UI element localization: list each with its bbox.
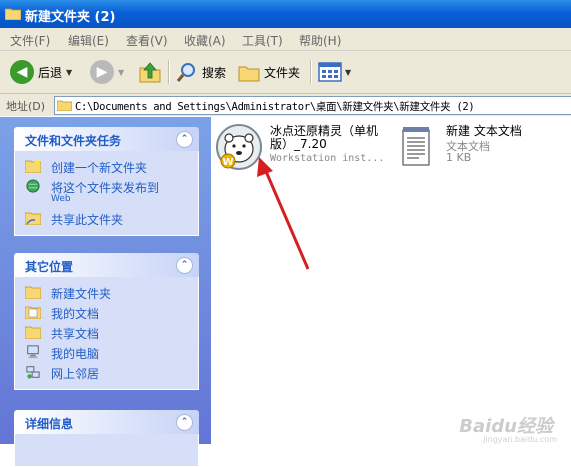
computer-icon <box>27 345 39 359</box>
places-panel: 其它位置 ⌃ 新建文件夹 我的文档 共享文档 我的电脑 网上邻居 <box>14 253 199 390</box>
folders-label: 文件夹 <box>264 65 301 80</box>
folders-icon <box>238 66 260 82</box>
folder-up-icon <box>139 62 161 83</box>
menu-bar: 文件(F) 编辑(E) 查看(V) 收藏(A) 工具(T) 帮助(H) <box>0 28 571 51</box>
views-icon <box>318 62 342 82</box>
collapse-icon[interactable]: ⌃ <box>176 131 193 148</box>
task-sublabel: Web <box>51 194 71 204</box>
views-dropdown-icon[interactable]: ▼ <box>345 68 351 77</box>
details-panel-title: 详细信息 <box>25 417 74 431</box>
task-label: 共享此文件夹 <box>51 213 124 227</box>
tasks-panel-title: 文件和文件夹任务 <box>25 134 122 148</box>
task-share-folder[interactable]: 共享此文件夹 <box>15 209 198 229</box>
window-titlebar: 新建文件夹 (2) <box>0 0 571 28</box>
place-label: 共享文档 <box>51 327 100 341</box>
details-panel: 详细信息 ⌃ <box>14 410 199 467</box>
back-button[interactable]: ◀ 后退 ▼ <box>10 59 72 85</box>
toolbar-separator <box>310 60 312 84</box>
menu-favorites[interactable]: 收藏(A) <box>184 32 226 49</box>
search-icon <box>176 63 195 82</box>
place-shared-documents[interactable]: 共享文档 <box>15 323 198 343</box>
forward-dropdown-icon[interactable]: ▼ <box>118 68 124 77</box>
menu-file[interactable]: 文件(F) <box>10 32 50 49</box>
collapse-icon[interactable]: ⌃ <box>176 414 193 431</box>
window-title: 新建文件夹 (2) <box>25 10 116 25</box>
menu-help[interactable]: 帮助(H) <box>299 32 341 49</box>
menu-tools[interactable]: 工具(T) <box>242 32 283 49</box>
details-panel-body <box>14 434 199 467</box>
watermark-url: jingyan.baidu.com <box>483 435 557 444</box>
back-label: 后退 <box>38 65 63 80</box>
network-icon <box>26 366 40 379</box>
folder-icon <box>25 326 41 339</box>
task-new-folder[interactable]: 创建一个新文件夹 <box>15 157 198 177</box>
task-label: 创建一个新文件夹 <box>51 161 148 175</box>
search-label: 搜索 <box>202 65 227 80</box>
share-folder-icon <box>25 212 41 225</box>
folder-icon <box>5 8 21 20</box>
documents-icon <box>25 306 41 319</box>
places-panel-header[interactable]: 其它位置 ⌃ <box>14 253 199 277</box>
forward-button[interactable]: ▶ ▼ <box>90 59 124 85</box>
place-new-folder[interactable]: 新建文件夹 <box>15 283 198 303</box>
annotation-arrow <box>257 157 310 270</box>
views-button[interactable]: ▼ <box>318 59 351 85</box>
toolbar: ◀ 后退 ▼ ▶ ▼ 搜索 文件夹 ▼ <box>0 51 571 94</box>
place-network[interactable]: 网上邻居 <box>15 363 198 383</box>
address-bar: 地址(D) C:\Documents and Settings\Administ… <box>0 94 571 116</box>
file-list-area[interactable]: W 冰点还原精灵（单机 版）_7.20 Workstation inst... … <box>211 117 571 444</box>
place-label: 网上邻居 <box>51 367 100 381</box>
up-button[interactable] <box>139 59 161 85</box>
tasks-panel: 文件和文件夹任务 ⌃ 创建一个新文件夹 将这个文件夹发布到 Web 共享此文件夹 <box>14 127 199 236</box>
forward-arrow-icon: ▶ <box>90 60 114 84</box>
menu-view[interactable]: 查看(V) <box>126 32 168 49</box>
places-panel-title: 其它位置 <box>25 260 74 274</box>
folders-button[interactable]: 文件夹 <box>238 59 300 85</box>
search-button[interactable]: 搜索 <box>176 59 226 85</box>
collapse-icon[interactable]: ⌃ <box>176 257 193 274</box>
task-pane: 文件和文件夹任务 ⌃ 创建一个新文件夹 将这个文件夹发布到 Web 共享此文件夹… <box>0 117 211 467</box>
folder-icon <box>25 286 41 299</box>
task-publish-web[interactable]: 将这个文件夹发布到 Web <box>15 177 198 209</box>
address-label: 地址(D) <box>6 100 46 113</box>
tasks-panel-body: 创建一个新文件夹 将这个文件夹发布到 Web 共享此文件夹 <box>14 151 199 236</box>
details-panel-header[interactable]: 详细信息 ⌃ <box>14 410 199 434</box>
new-folder-icon <box>25 159 41 173</box>
folder-icon <box>57 100 72 111</box>
back-dropdown-icon[interactable]: ▼ <box>66 68 72 77</box>
toolbar-separator <box>168 60 170 84</box>
place-label: 我的电脑 <box>51 347 100 361</box>
address-value: C:\Documents and Settings\Administrator\… <box>75 101 475 113</box>
place-label: 我的文档 <box>51 307 100 321</box>
menu-edit[interactable]: 编辑(E) <box>68 32 109 49</box>
globe-icon <box>26 179 40 193</box>
address-input[interactable]: C:\Documents and Settings\Administrator\… <box>54 96 571 115</box>
place-my-documents[interactable]: 我的文档 <box>15 303 198 323</box>
tasks-panel-header[interactable]: 文件和文件夹任务 ⌃ <box>14 127 199 151</box>
places-panel-body: 新建文件夹 我的文档 共享文档 我的电脑 网上邻居 <box>14 277 199 390</box>
place-my-computer[interactable]: 我的电脑 <box>15 343 198 363</box>
place-label: 新建文件夹 <box>51 287 112 301</box>
back-arrow-icon: ◀ <box>10 60 34 84</box>
